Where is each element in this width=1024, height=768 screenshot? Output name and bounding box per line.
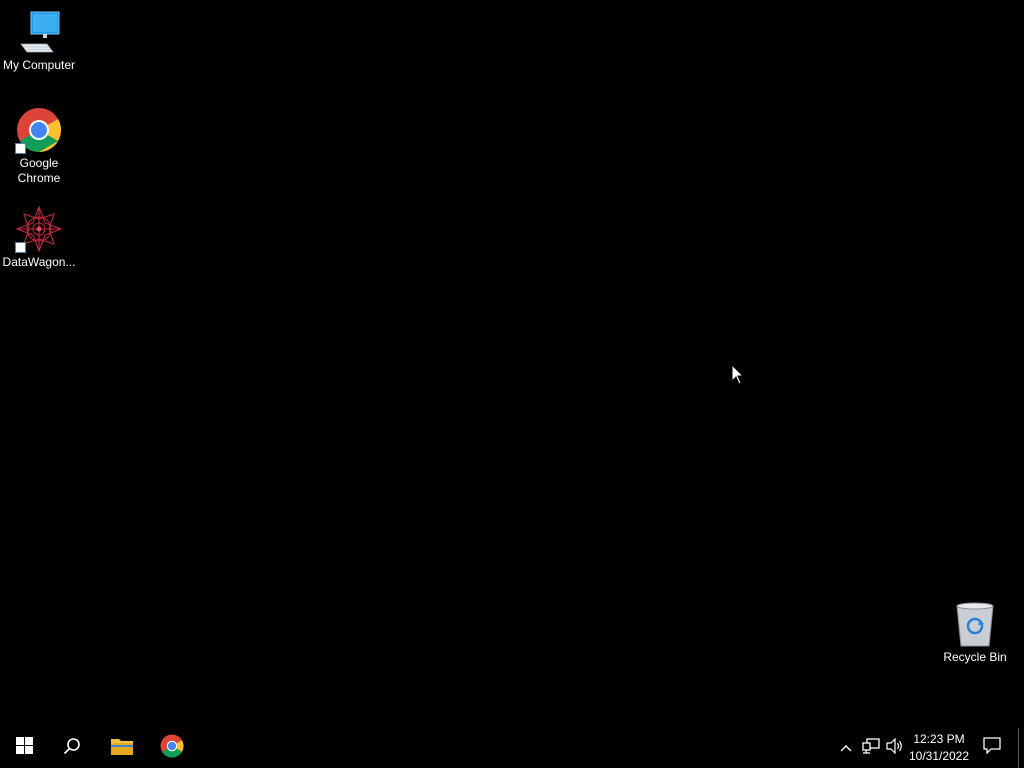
desktop-icon-my-computer[interactable]: My Computer	[0, 8, 78, 73]
desktop-icon-datawagon[interactable]: DataWagon...	[0, 205, 78, 270]
chrome-icon	[15, 106, 63, 154]
action-center-button[interactable]	[978, 728, 1006, 768]
clock[interactable]: 12:23 PM 10/31/2022	[906, 728, 972, 768]
desktop[interactable]: My Computer Google Chrome DataWagon... R…	[0, 0, 1024, 728]
datawagon-icon	[15, 205, 63, 253]
desktop-icon-label: Recycle Bin	[943, 650, 1007, 664]
search-icon	[63, 737, 81, 760]
chevron-up-icon	[840, 739, 852, 757]
folder-icon	[110, 736, 134, 761]
taskbar-chrome-button[interactable]	[148, 728, 196, 768]
show-hidden-icons-button[interactable]	[836, 728, 856, 768]
shortcut-arrow-icon	[15, 242, 26, 253]
mouse-cursor-icon	[731, 363, 745, 386]
desktop-icon-label: Google Chrome	[17, 156, 61, 185]
taskbar: 12:23 PM 10/31/2022	[0, 728, 1024, 768]
clock-time: 12:23 PM	[913, 732, 965, 746]
file-explorer-button[interactable]	[98, 728, 146, 768]
desktop-icon-label: My Computer	[2, 58, 76, 72]
desktop-icon-label: DataWagon...	[2, 255, 76, 269]
notification-icon	[983, 737, 1001, 759]
show-desktop-button[interactable]	[1018, 728, 1024, 768]
volume-button[interactable]	[884, 728, 906, 768]
recycle-bin-icon	[951, 600, 999, 648]
desktop-icon-google-chrome[interactable]: Google Chrome	[0, 106, 78, 186]
network-icon	[862, 737, 880, 759]
network-button[interactable]	[860, 728, 882, 768]
chrome-icon	[160, 734, 184, 763]
search-button[interactable]	[48, 728, 96, 768]
desktop-icon-recycle-bin[interactable]: Recycle Bin	[936, 600, 1014, 665]
computer-icon	[15, 8, 63, 56]
start-button[interactable]	[0, 728, 48, 768]
shortcut-arrow-icon	[15, 143, 26, 154]
volume-icon	[886, 737, 904, 759]
windows-start-icon	[15, 737, 33, 759]
clock-date: 10/31/2022	[908, 749, 970, 763]
